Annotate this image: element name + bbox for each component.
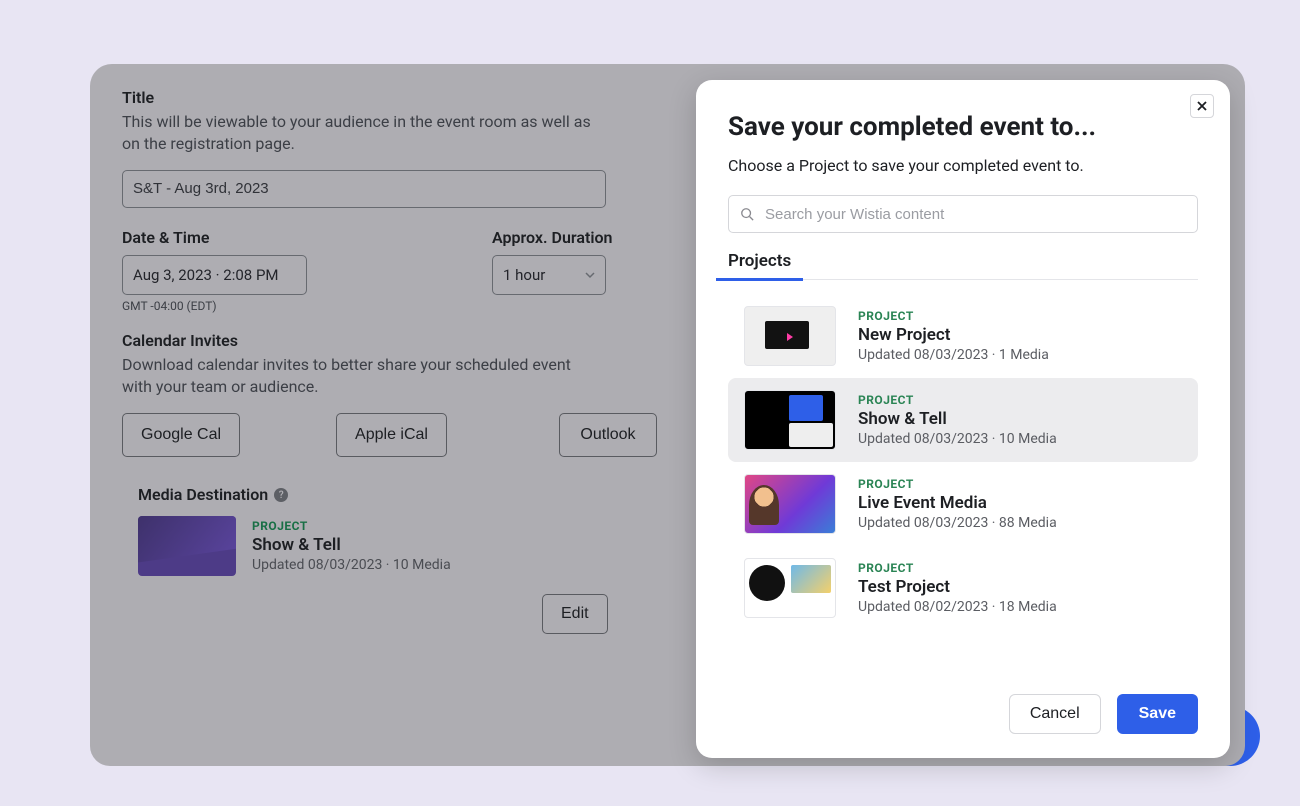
project-title: Show & Tell (252, 535, 451, 555)
project-item[interactable]: PROJECT Live Event Media Updated 08/03/2… (728, 462, 1198, 546)
project-sub: Updated 08/02/2023 · 18 Media (858, 599, 1182, 615)
edit-button[interactable]: Edit (542, 594, 608, 634)
project-thumbnail (744, 306, 836, 366)
save-button[interactable]: Save (1117, 694, 1198, 734)
project-sub: Updated 08/03/2023 · 1 Media (858, 347, 1182, 363)
project-thumbnail (744, 390, 836, 450)
apple-ical-button[interactable]: Apple iCal (336, 413, 447, 457)
project-sub: Updated 08/03/2023 · 10 Media (858, 431, 1182, 447)
date-time-field[interactable]: Aug 3, 2023 · 2:08 PM (122, 255, 307, 295)
project-sub: Updated 08/03/2023 · 88 Media (858, 515, 1182, 531)
modal-subtitle: Choose a Project to save your completed … (728, 156, 1198, 175)
project-sub: Updated 08/03/2023 · 10 Media (252, 557, 451, 573)
project-thumbnail (744, 474, 836, 534)
project-list: PROJECT New Project Updated 08/03/2023 ·… (696, 280, 1230, 676)
project-item[interactable]: PROJECT Test Project Updated 08/02/2023 … (728, 546, 1198, 630)
duration-select[interactable]: 1 hour (492, 255, 606, 295)
close-button[interactable] (1190, 94, 1214, 118)
project-title: Live Event Media (858, 493, 1182, 513)
duration-value: 1 hour (503, 266, 545, 284)
timezone-note: GMT -04:00 (EDT) (122, 299, 492, 313)
cancel-button[interactable]: Cancel (1009, 694, 1101, 734)
date-time-label: Date & Time (122, 228, 492, 247)
project-item[interactable]: PROJECT New Project Updated 08/03/2023 ·… (728, 294, 1198, 378)
modal-title: Save your completed event to... (728, 112, 1198, 142)
project-title: New Project (858, 325, 1182, 345)
chevron-down-icon (585, 270, 595, 280)
title-description: This will be viewable to your audience i… (122, 111, 602, 156)
google-cal-button[interactable]: Google Cal (122, 413, 240, 457)
project-eyebrow: PROJECT (252, 519, 451, 533)
help-icon[interactable]: ? (274, 488, 288, 502)
project-thumbnail (744, 558, 836, 618)
calendar-description: Download calendar invites to better shar… (122, 354, 602, 399)
project-eyebrow: PROJECT (858, 561, 1182, 575)
close-icon (1197, 101, 1207, 111)
duration-label: Approx. Duration (492, 228, 612, 247)
project-item[interactable]: PROJECT Show & Tell Updated 08/03/2023 ·… (728, 378, 1198, 462)
media-destination-label: Media Destination (138, 485, 268, 504)
title-input[interactable] (122, 170, 606, 208)
date-time-value: Aug 3, 2023 · 2:08 PM (133, 266, 279, 284)
outlook-button[interactable]: Outlook (559, 413, 657, 457)
media-thumbnail (138, 516, 236, 576)
project-title: Show & Tell (858, 409, 1182, 429)
project-eyebrow: PROJECT (858, 393, 1182, 407)
search-icon (740, 207, 754, 221)
project-eyebrow: PROJECT (858, 309, 1182, 323)
project-title: Test Project (858, 577, 1182, 597)
tab-projects[interactable]: Projects (728, 251, 791, 279)
save-event-modal: Save your completed event to... Choose a… (696, 80, 1230, 758)
project-eyebrow: PROJECT (858, 477, 1182, 491)
search-input[interactable] (728, 195, 1198, 233)
